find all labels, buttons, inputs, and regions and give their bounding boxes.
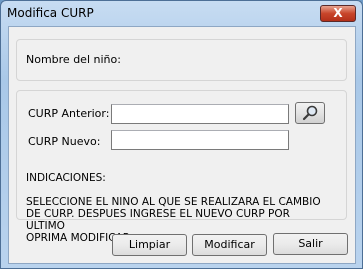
window-title: Modifica CURP xyxy=(7,6,94,20)
child-name-label: Nombre del niño: xyxy=(26,53,121,66)
clear-button[interactable]: Limpiar xyxy=(112,234,187,256)
child-name-panel: Nombre del niño: xyxy=(16,39,347,81)
title-bar[interactable]: Modifica CURP X xyxy=(1,1,362,27)
magnifier-icon xyxy=(302,105,318,121)
dialog-window: Modifica CURP X Nombre del niño: CURP An… xyxy=(0,0,363,269)
previous-curp-label: CURP Anterior: xyxy=(28,107,110,120)
previous-curp-input[interactable] xyxy=(111,104,289,124)
modify-button[interactable]: Modificar xyxy=(192,234,267,256)
instructions-title: INDICACIONES: xyxy=(26,172,106,184)
new-curp-label: CURP Nuevo: xyxy=(28,135,101,148)
new-curp-input[interactable] xyxy=(111,130,289,150)
search-button[interactable] xyxy=(295,102,325,124)
close-button[interactable]: X xyxy=(320,5,356,22)
close-icon: X xyxy=(333,6,343,20)
exit-button[interactable]: Salir xyxy=(273,233,348,255)
client-area: Nombre del niño: CURP Anterior: CURP Nue… xyxy=(8,26,356,264)
